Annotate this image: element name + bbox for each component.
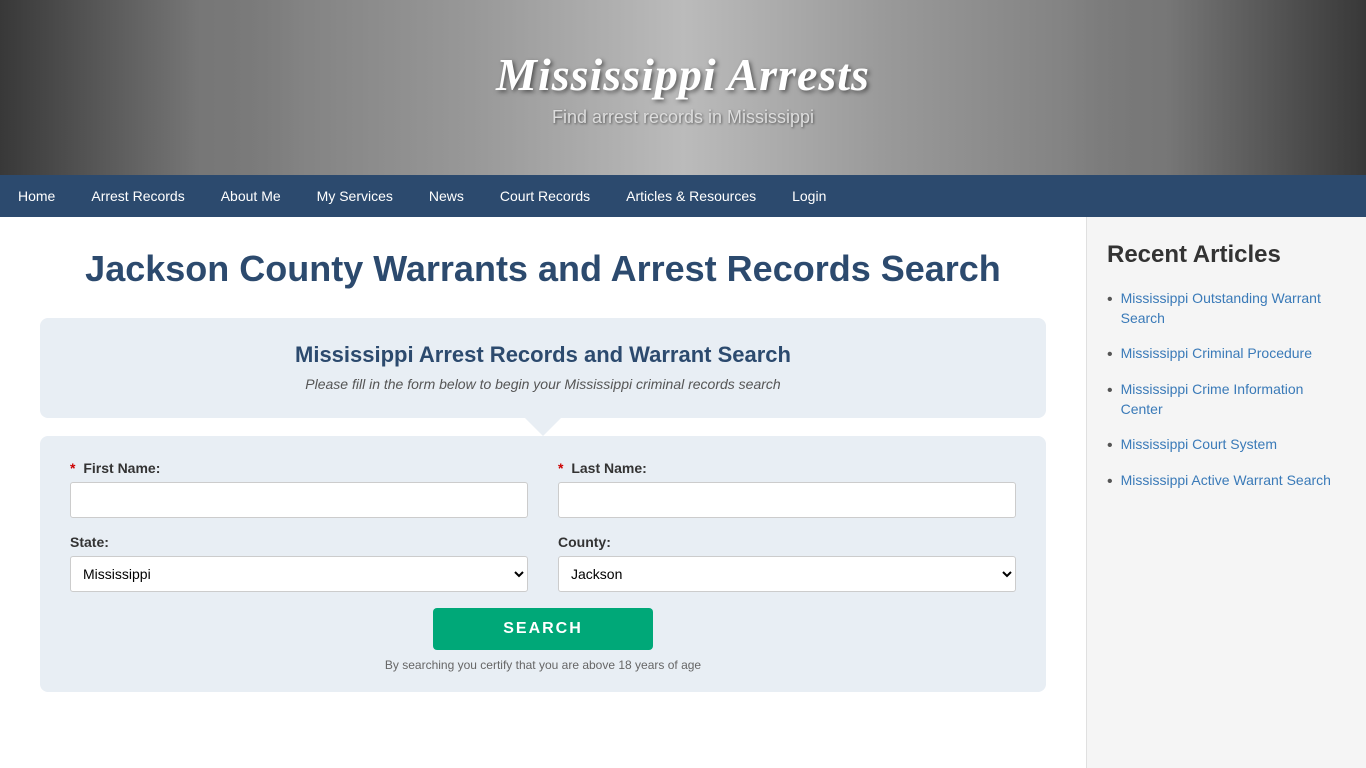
main-content: Jackson County Warrants and Arrest Recor… <box>0 217 1086 768</box>
nav-home[interactable]: Home <box>0 175 73 217</box>
state-label: State: <box>70 534 528 550</box>
last-name-group: * Last Name: <box>558 460 1016 518</box>
site-title: Mississippi Arrests <box>496 48 870 101</box>
article-link-4[interactable]: Mississippi Court System <box>1121 435 1277 455</box>
bullet-icon: • <box>1107 382 1113 400</box>
county-group: County: Jackson <box>558 534 1016 592</box>
last-name-input[interactable] <box>558 482 1016 518</box>
recent-articles-list: • Mississippi Outstanding Warrant Search… <box>1107 289 1346 491</box>
nav-about-me[interactable]: About Me <box>203 175 299 217</box>
sidebar: Recent Articles • Mississippi Outstandin… <box>1086 217 1366 768</box>
last-name-required: * <box>558 460 563 476</box>
page-body: Jackson County Warrants and Arrest Recor… <box>0 217 1366 768</box>
list-item: • Mississippi Criminal Procedure <box>1107 344 1346 364</box>
list-item: • Mississippi Outstanding Warrant Search <box>1107 289 1346 328</box>
article-link-1[interactable]: Mississippi Outstanding Warrant Search <box>1121 289 1346 328</box>
header-right-image <box>1066 0 1366 175</box>
main-navigation: Home Arrest Records About Me My Services… <box>0 175 1366 217</box>
first-name-required: * <box>70 460 75 476</box>
search-card-subtitle: Please fill in the form below to begin y… <box>70 376 1016 392</box>
card-pointer <box>525 418 561 436</box>
county-select[interactable]: Jackson <box>558 556 1016 592</box>
article-link-5[interactable]: Mississippi Active Warrant Search <box>1121 471 1331 491</box>
first-name-group: * First Name: <box>70 460 528 518</box>
state-select[interactable]: Mississippi <box>70 556 528 592</box>
search-button[interactable]: SEARCH <box>433 608 653 650</box>
county-label: County: <box>558 534 1016 550</box>
nav-articles-resources[interactable]: Articles & Resources <box>608 175 774 217</box>
bullet-icon: • <box>1107 473 1113 491</box>
first-name-label: * First Name: <box>70 460 528 476</box>
article-link-3[interactable]: Mississippi Crime Information Center <box>1121 380 1346 419</box>
bullet-icon: • <box>1107 437 1113 455</box>
nav-court-records[interactable]: Court Records <box>482 175 608 217</box>
sidebar-title: Recent Articles <box>1107 241 1346 269</box>
bullet-icon: • <box>1107 346 1113 364</box>
nav-my-services[interactable]: My Services <box>299 175 411 217</box>
list-item: • Mississippi Court System <box>1107 435 1346 455</box>
name-row: * First Name: * Last Name: <box>70 460 1016 518</box>
list-item: • Mississippi Active Warrant Search <box>1107 471 1346 491</box>
site-header: Mississippi Arrests Find arrest records … <box>0 0 1366 175</box>
site-subtitle: Find arrest records in Mississippi <box>496 107 870 128</box>
search-form-area: * First Name: * Last Name: State: <box>40 436 1046 692</box>
nav-news[interactable]: News <box>411 175 482 217</box>
first-name-input[interactable] <box>70 482 528 518</box>
certify-text: By searching you certify that you are ab… <box>70 658 1016 672</box>
search-card: Mississippi Arrest Records and Warrant S… <box>40 318 1046 418</box>
article-link-2[interactable]: Mississippi Criminal Procedure <box>1121 344 1312 364</box>
header-left-image <box>0 0 300 175</box>
search-card-title: Mississippi Arrest Records and Warrant S… <box>70 342 1016 368</box>
last-name-label: * Last Name: <box>558 460 1016 476</box>
header-center: Mississippi Arrests Find arrest records … <box>496 48 870 128</box>
page-title: Jackson County Warrants and Arrest Recor… <box>40 247 1046 290</box>
location-row: State: Mississippi County: Jackson <box>70 534 1016 592</box>
nav-login[interactable]: Login <box>774 175 844 217</box>
state-group: State: Mississippi <box>70 534 528 592</box>
list-item: • Mississippi Crime Information Center <box>1107 380 1346 419</box>
nav-arrest-records[interactable]: Arrest Records <box>73 175 202 217</box>
bullet-icon: • <box>1107 291 1113 309</box>
